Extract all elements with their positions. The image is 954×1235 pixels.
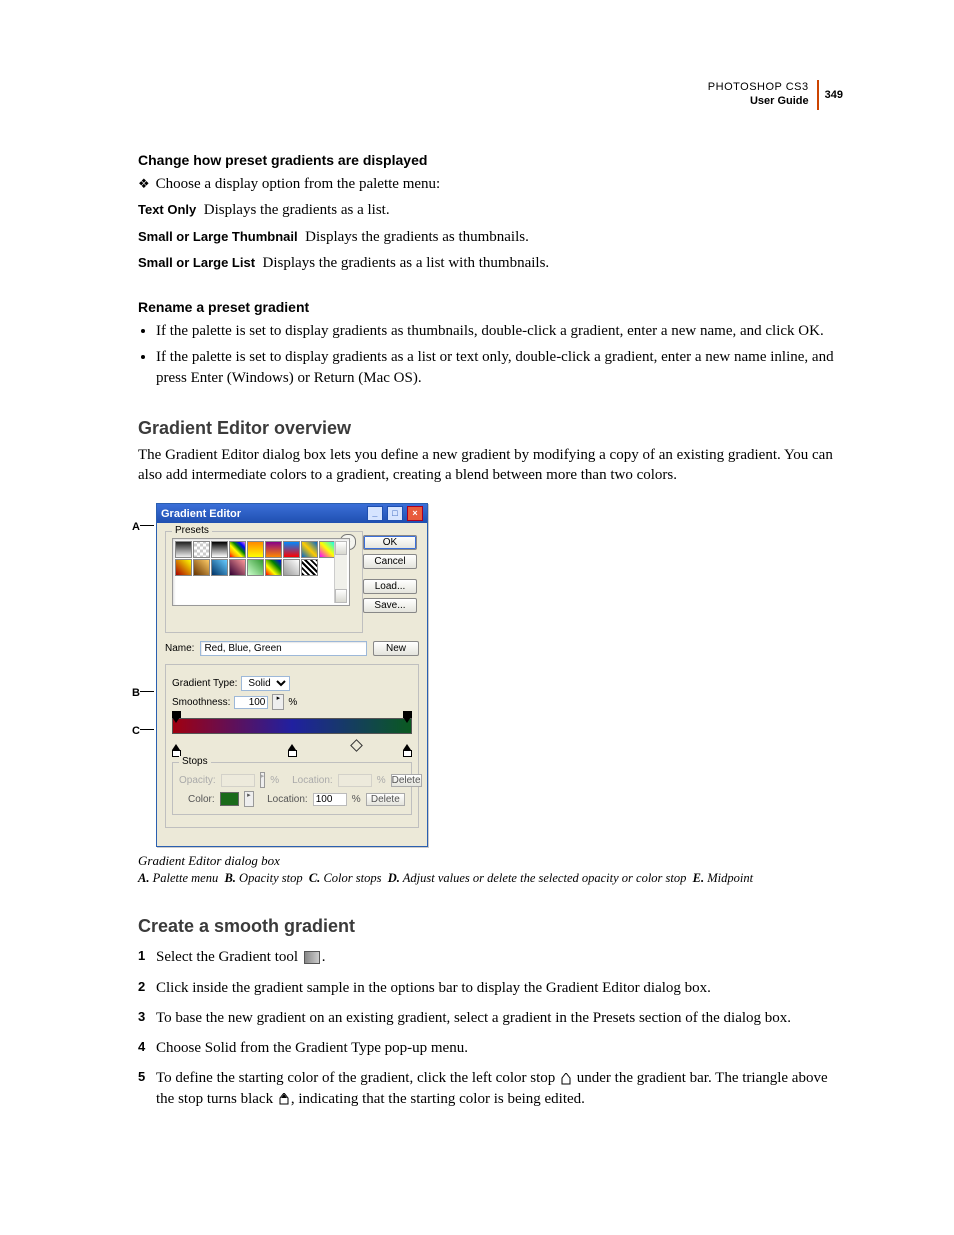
step-3: To base the new gradient on an existing … (138, 1008, 846, 1028)
scrollbar[interactable] (334, 541, 347, 603)
color-stop-1[interactable] (172, 744, 181, 753)
overview-body: The Gradient Editor dialog box lets you … (138, 445, 846, 486)
dialog-titlebar[interactable]: Gradient Editor _ □ × (157, 504, 427, 523)
color-stop-2[interactable] (288, 744, 297, 753)
gradient-editor-dialog: Gradient Editor _ □ × OK Cancel Load... … (156, 503, 428, 847)
gradient-editor-figure: A B C D E Gradient Editor _ □ × (132, 503, 432, 847)
opt-list: Small or Large List Displays the gradien… (138, 253, 846, 273)
step-4: Choose Solid from the Gradient Type pop-… (138, 1038, 846, 1058)
heading-rename: Rename a preset gradient (138, 299, 846, 315)
dialog-title: Gradient Editor (161, 508, 241, 520)
type-label: Gradient Type: (172, 678, 237, 689)
gradient-tool-icon (304, 951, 320, 964)
maximize-icon[interactable]: □ (387, 506, 403, 521)
heading-change-display: Change how preset gradients are displaye… (138, 152, 846, 168)
rename-bullet-1: If the palette is set to display gradien… (156, 321, 846, 341)
delete-opacity-button: Delete (391, 774, 422, 787)
heading-create-smooth: Create a smooth gradient (138, 916, 846, 937)
new-button[interactable]: New (373, 641, 419, 656)
presets-legend: Presets (172, 525, 212, 536)
page-header: PHOTOSHOP CS3 User Guide 349 (705, 78, 846, 112)
heading-overview: Gradient Editor overview (138, 418, 846, 439)
rename-list: If the palette is set to display gradien… (156, 321, 846, 388)
smooth-input[interactable] (234, 696, 268, 709)
step-5: To define the starting color of the grad… (138, 1068, 846, 1109)
gradient-bar[interactable] (172, 718, 412, 752)
delete-color-button[interactable]: Delete (366, 793, 405, 806)
color-stop-filled-icon (279, 1093, 289, 1105)
name-input[interactable] (200, 641, 367, 656)
save-button[interactable]: Save... (363, 598, 417, 613)
rename-bullet-2: If the palette is set to display gradien… (156, 347, 846, 388)
cancel-button[interactable]: Cancel (363, 554, 417, 569)
steps-list: Select the Gradient tool . Click inside … (138, 947, 846, 1109)
page-number: 349 (825, 89, 843, 101)
guide-label: User Guide (750, 95, 809, 107)
smooth-label: Smoothness: (172, 697, 230, 708)
opacity-stop-right[interactable] (403, 717, 412, 726)
midpoint-marker[interactable] (350, 739, 363, 752)
page: PHOTOSHOP CS3 User Guide 349 Change how … (0, 0, 954, 1235)
color-loc-input[interactable] (313, 793, 347, 806)
color-stop-3[interactable] (403, 744, 412, 753)
minimize-icon[interactable]: _ (367, 506, 383, 521)
opt-text-only: Text Only Displays the gradients as a li… (138, 200, 846, 220)
opacity-input (221, 774, 255, 787)
name-label: Name: (165, 643, 194, 654)
choose-display-option: Choose a display option from the palette… (138, 174, 846, 194)
content: Change how preset gradients are displaye… (138, 152, 846, 1109)
load-button[interactable]: Load... (363, 579, 417, 594)
stops-legend: Stops (179, 756, 211, 767)
opacity-stop-left[interactable] (172, 717, 181, 726)
opacity-loc-input (338, 774, 372, 787)
callout-C: C (132, 725, 140, 737)
presets-list[interactable] (172, 538, 350, 606)
step-2: Click inside the gradient sample in the … (138, 978, 846, 998)
product-name: PHOTOSHOP CS3 (708, 81, 809, 93)
close-icon[interactable]: × (407, 506, 423, 521)
opt-thumbnail: Small or Large Thumbnail Displays the gr… (138, 227, 846, 247)
ok-button[interactable]: OK (363, 535, 417, 550)
type-select[interactable]: Solid (241, 676, 290, 691)
figure-caption: Gradient Editor dialog box (138, 853, 846, 869)
callout-B: B (132, 687, 140, 699)
color-swatch[interactable] (220, 792, 239, 806)
step-1: Select the Gradient tool . (138, 947, 846, 967)
callout-A: A (132, 521, 140, 533)
smooth-stepper[interactable]: ▸ (272, 694, 284, 710)
color-stop-outline-icon (561, 1073, 571, 1085)
figure-key: A. Palette menu B. Opacity stop C. Color… (138, 871, 846, 886)
